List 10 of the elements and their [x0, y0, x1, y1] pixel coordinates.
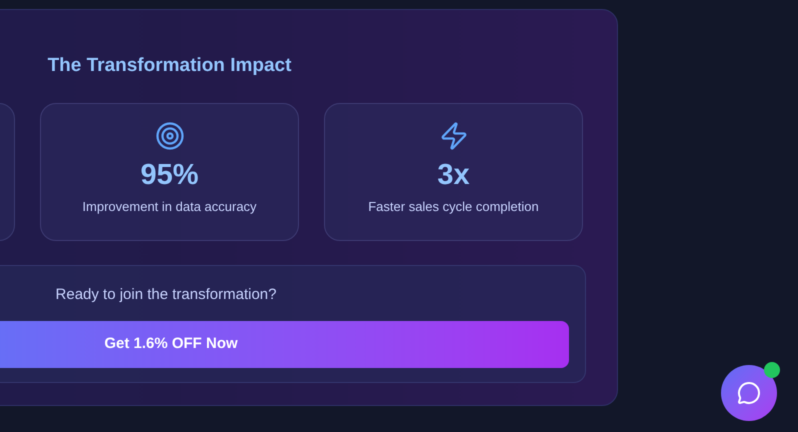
chat-icon — [737, 381, 761, 405]
stat-label: Faster sales cycle completion — [368, 198, 539, 216]
stat-label: Improvement in data accuracy — [82, 198, 257, 216]
section-title: The Transformation Impact — [48, 54, 292, 78]
stat-value: 3x — [437, 158, 470, 192]
target-icon — [154, 120, 184, 150]
lightning-icon — [438, 120, 468, 150]
stat-value: 95% — [140, 158, 199, 192]
discount-button[interactable]: Get 1.6% OFF Now — [0, 321, 569, 368]
cta-question: Ready to join the transformation? — [56, 284, 276, 304]
